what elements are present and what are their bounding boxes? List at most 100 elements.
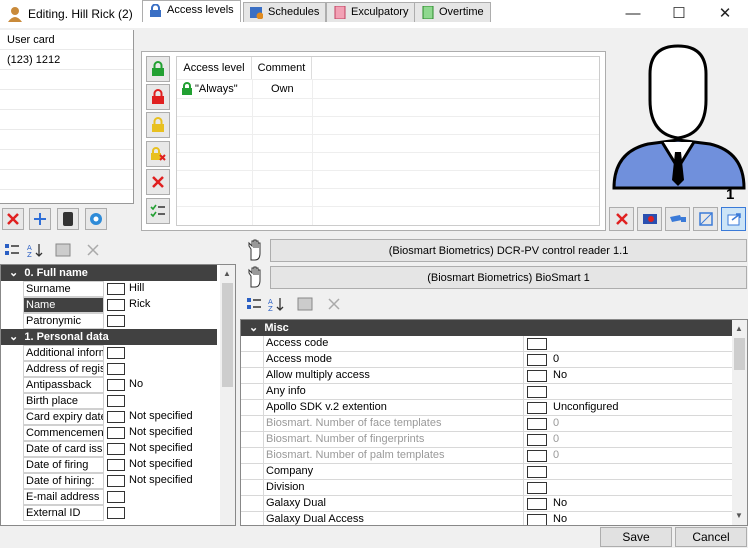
property-checkbox[interactable] xyxy=(107,299,125,311)
property-row[interactable]: Date of firing Not specified xyxy=(1,457,217,473)
property-value[interactable]: Hill xyxy=(129,281,144,296)
checklist-button[interactable] xyxy=(146,198,170,224)
property-value[interactable]: No xyxy=(129,377,143,392)
table-row[interactable]: "Always" Own xyxy=(177,80,599,98)
device-button-dcr-pv[interactable]: (Biosmart Biometrics) DCR-PV control rea… xyxy=(270,239,747,262)
column-header-access-level[interactable]: Access level xyxy=(177,57,252,79)
property-row[interactable]: Antipassback No xyxy=(1,377,217,393)
delete-level-button[interactable] xyxy=(146,169,170,195)
collapse-icon[interactable]: ⌄ xyxy=(9,331,18,343)
maximize-button[interactable]: ☐ xyxy=(656,0,702,28)
property-checkbox[interactable] xyxy=(527,514,547,525)
right-scrollbar[interactable]: ▲ ▼ xyxy=(732,320,747,525)
property-row[interactable]: Additional inform xyxy=(1,345,217,361)
sort-alphabetical-icon[interactable]: AZ xyxy=(268,296,286,312)
tab-access-levels[interactable]: Access levels xyxy=(142,0,241,22)
load-photo-button[interactable] xyxy=(637,207,662,231)
property-row[interactable]: Company xyxy=(241,464,733,480)
tab-schedules[interactable]: Schedules xyxy=(243,2,327,22)
property-value[interactable]: No xyxy=(553,512,567,525)
deny-access-button[interactable] xyxy=(146,84,170,110)
partial-access-button[interactable] xyxy=(146,112,170,138)
property-checkbox[interactable] xyxy=(527,354,547,366)
delete-card-button[interactable] xyxy=(2,208,24,230)
property-checkbox[interactable] xyxy=(527,386,547,398)
property-checkbox[interactable] xyxy=(107,427,125,439)
export-photo-button[interactable] xyxy=(721,207,746,231)
sort-alphabetical-icon[interactable]: AZ xyxy=(27,242,45,258)
property-checkbox[interactable] xyxy=(107,491,125,503)
property-checkbox[interactable] xyxy=(527,418,547,430)
property-checkbox[interactable] xyxy=(527,450,547,462)
collapse-icon[interactable]: ⌄ xyxy=(249,322,258,334)
property-value[interactable]: No xyxy=(553,368,567,383)
property-value[interactable]: Not specified xyxy=(129,441,193,456)
property-row[interactable]: Patronymic xyxy=(1,313,217,329)
property-row[interactable]: Biosmart. Number of palm templates 0 xyxy=(241,448,733,464)
property-row[interactable]: Access mode 0 xyxy=(241,352,733,368)
property-checkbox[interactable] xyxy=(107,459,125,471)
property-row[interactable]: Galaxy Dual Access No xyxy=(241,512,733,525)
property-value[interactable]: Not specified xyxy=(129,409,193,424)
card-reader-button[interactable] xyxy=(57,208,79,230)
section-header-full-name[interactable]: ⌄ 0. Full name xyxy=(1,265,217,281)
property-row[interactable]: Commencement Not specified xyxy=(1,425,217,441)
property-checkbox[interactable] xyxy=(107,363,125,375)
camera-capture-button[interactable] xyxy=(665,207,690,231)
property-value[interactable]: Not specified xyxy=(129,473,193,488)
section-header-personal-data[interactable]: ⌄ 1. Personal data xyxy=(1,329,217,345)
property-checkbox[interactable] xyxy=(107,475,125,487)
property-value[interactable]: 0 xyxy=(553,352,559,367)
property-checkbox[interactable] xyxy=(107,507,125,519)
property-row[interactable]: Date of hiring: Not specified xyxy=(1,473,217,489)
property-checkbox[interactable] xyxy=(527,434,547,446)
property-row[interactable]: Allow multiply access No xyxy=(241,368,733,384)
delete-photo-button[interactable] xyxy=(609,207,634,231)
card-settings-button[interactable] xyxy=(85,208,107,230)
save-button[interactable]: Save xyxy=(600,527,672,547)
property-row[interactable]: Address of regist xyxy=(1,361,217,377)
misc-properties-grid[interactable]: ⌄ Misc Access code Access mode 0 Allow mu… xyxy=(240,319,748,526)
card-list-item[interactable]: (123) 1212 xyxy=(0,50,133,70)
property-value[interactable]: Not specified xyxy=(129,425,193,440)
property-row[interactable]: Card expiry date Not specified xyxy=(1,409,217,425)
allow-access-button[interactable] xyxy=(146,56,170,82)
cancel-button[interactable]: Cancel xyxy=(675,527,747,547)
property-row[interactable]: Birth place xyxy=(1,393,217,409)
card-list[interactable]: User card (123) 1212 xyxy=(0,30,134,204)
property-checkbox[interactable] xyxy=(527,402,547,414)
column-header-comment[interactable]: Comment xyxy=(252,57,312,79)
collapse-icon[interactable]: ⌄ xyxy=(9,267,18,279)
device-button-biosmart[interactable]: (Biosmart Biometrics) BioSmart 1 xyxy=(270,266,747,289)
property-checkbox[interactable] xyxy=(107,315,125,327)
property-checkbox[interactable] xyxy=(107,379,125,391)
property-row[interactable]: Galaxy Dual No xyxy=(241,496,733,512)
property-row[interactable]: External ID xyxy=(1,505,217,521)
personal-properties-grid[interactable]: ⌄ 0. Full name Surname Hill Name Rick Patr… xyxy=(0,264,236,526)
property-checkbox[interactable] xyxy=(107,443,125,455)
property-row[interactable]: Date of card issu Not specified xyxy=(1,441,217,457)
property-checkbox[interactable] xyxy=(527,498,547,510)
section-header-misc[interactable]: ⌄ Misc xyxy=(241,320,733,336)
add-card-button[interactable] xyxy=(29,208,51,230)
card-list-item[interactable]: User card xyxy=(0,30,133,50)
property-value[interactable]: Unconfigured xyxy=(553,400,618,415)
property-checkbox[interactable] xyxy=(527,466,547,478)
categorized-view-icon[interactable] xyxy=(4,242,20,258)
property-row[interactable]: Biosmart. Number of fingerprints 0 xyxy=(241,432,733,448)
crop-photo-button[interactable] xyxy=(693,207,718,231)
property-checkbox[interactable] xyxy=(107,283,125,295)
property-row[interactable]: E-mail address xyxy=(1,489,217,505)
minimize-button[interactable]: — xyxy=(610,0,656,28)
property-value[interactable]: Not specified xyxy=(129,457,193,472)
close-button[interactable]: ✕ xyxy=(702,0,748,28)
property-row[interactable]: Apollo SDK v.2 extention Unconfigured xyxy=(241,400,733,416)
property-checkbox[interactable] xyxy=(107,395,125,407)
property-checkbox[interactable] xyxy=(527,482,547,494)
property-value[interactable]: Rick xyxy=(129,297,150,312)
property-checkbox[interactable] xyxy=(107,411,125,423)
categorized-view-icon[interactable] xyxy=(246,296,262,312)
property-checkbox[interactable] xyxy=(107,347,125,359)
property-row[interactable]: Surname Hill xyxy=(1,281,217,297)
property-row[interactable]: Biosmart. Number of face templates 0 xyxy=(241,416,733,432)
